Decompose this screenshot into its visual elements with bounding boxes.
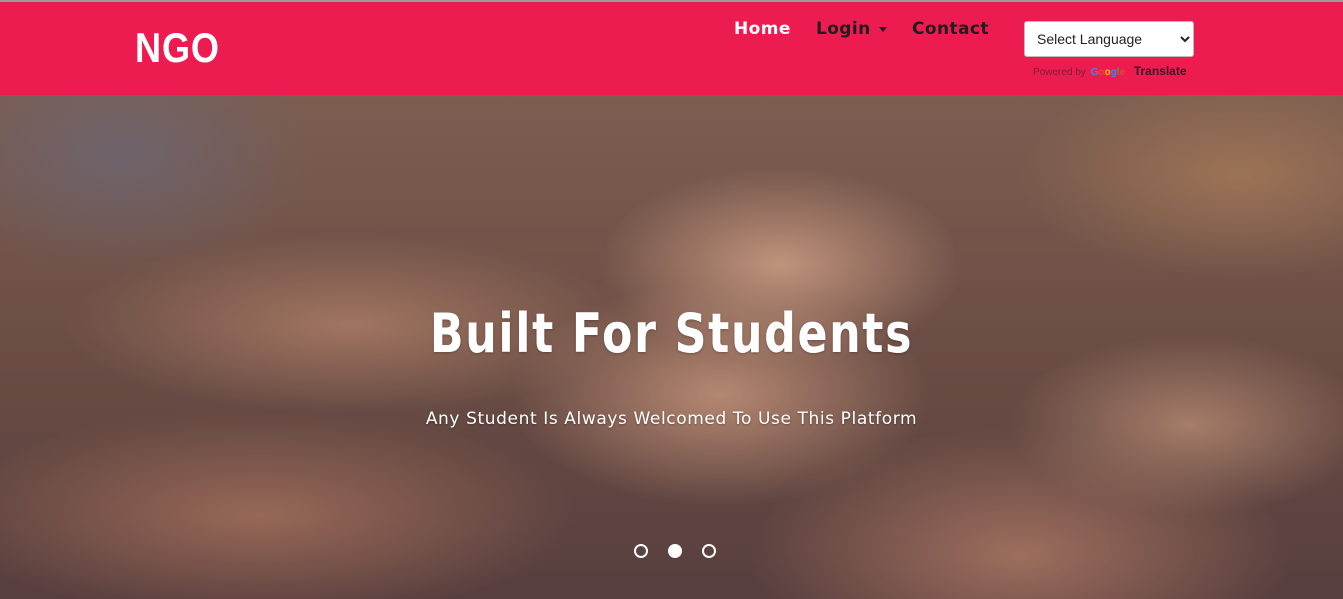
- hero-carousel: Built For Students Any Student Is Always…: [0, 95, 1343, 599]
- nav-home-link[interactable]: Home: [734, 19, 791, 39]
- translate-link[interactable]: Translate: [1134, 64, 1187, 78]
- navbar: NGO Home Login Contact Select Language P…: [0, 2, 1343, 95]
- carousel-dot-1[interactable]: [634, 544, 648, 558]
- hero-title: Built For Students: [429, 302, 914, 365]
- language-select[interactable]: Select Language: [1024, 21, 1194, 57]
- caret-down-icon: [878, 26, 887, 32]
- hero-subtitle: Any Student Is Always Welcomed To Use Th…: [425, 409, 918, 429]
- nav-login-label: Login: [816, 19, 871, 39]
- nav-login-dropdown[interactable]: Login: [816, 19, 887, 39]
- nav-contact-link[interactable]: Contact: [912, 19, 989, 39]
- powered-by-text: Powered by: [1033, 67, 1086, 78]
- google-letter: e: [1119, 67, 1126, 78]
- google-translate-attribution: Powered by Google Translate: [1033, 64, 1187, 78]
- carousel-dot-2[interactable]: [668, 544, 682, 558]
- carousel-dot-3[interactable]: [702, 544, 716, 558]
- google-logo: Google: [1091, 67, 1125, 78]
- brand-logo[interactable]: NGO: [135, 24, 220, 72]
